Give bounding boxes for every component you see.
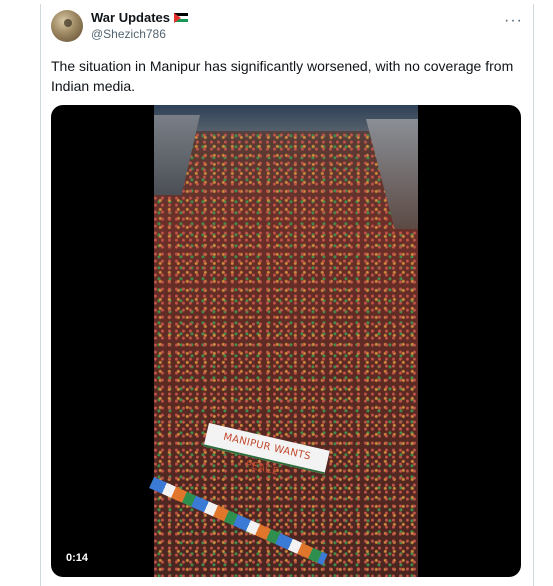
avatar-figure [64,19,72,27]
video-player[interactable]: MANIPUR WANTS PEACE 0:14 [51,105,521,577]
author-name-row[interactable]: War Updates [91,10,188,25]
video-building-left [154,115,200,195]
tweet-card: War Updates @Shezich786 ··· The situatio… [40,4,534,586]
tweet-text: The situation in Manipur has significant… [51,58,514,94]
video-building-right [366,119,418,229]
avatar[interactable] [51,10,83,42]
more-options-icon[interactable]: ··· [504,12,523,30]
palestine-flag-icon [173,12,188,23]
video-frame[interactable]: MANIPUR WANTS PEACE [149,105,418,577]
video-duration: 0:14 [61,551,94,565]
flag-bunting [149,477,328,566]
protest-banner: MANIPUR WANTS PEACE [203,423,330,478]
author-handle[interactable]: @Shezich786 [91,27,166,41]
author-display-name[interactable]: War Updates [91,10,170,25]
